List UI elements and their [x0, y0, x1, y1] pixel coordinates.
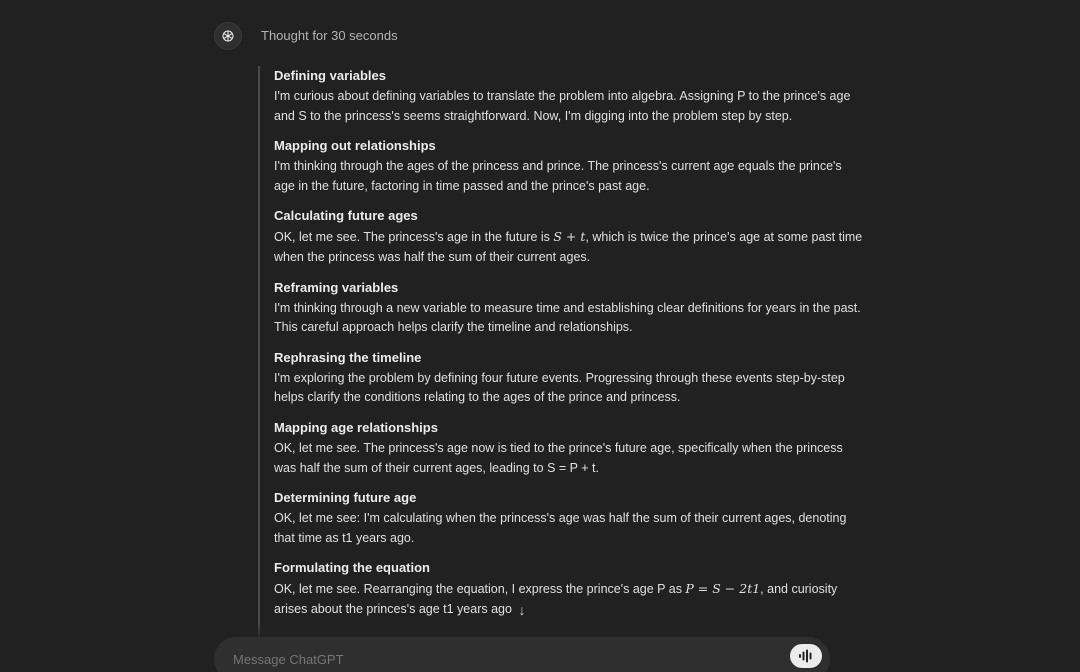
- math-expression: S + t: [553, 229, 586, 245]
- step-body: OK, let me see. Rearranging the equation…: [274, 579, 864, 619]
- thought-duration-label[interactable]: Thought for 30 seconds: [261, 26, 398, 46]
- scroll-to-bottom-button[interactable]: ↓: [512, 600, 532, 620]
- thought-header: Thought for 30 seconds: [214, 22, 398, 50]
- step-title: Mapping out relationships: [274, 138, 436, 154]
- step-body: OK, let me see. The princess's age in th…: [274, 227, 864, 267]
- reasoning-step: Formulating the equation OK, let me see.…: [274, 558, 864, 619]
- step-title: Defining variables: [274, 68, 386, 83]
- step-title: Formulating the equation: [274, 560, 430, 576]
- reasoning-step: Defining variables I'm curious about def…: [274, 66, 864, 126]
- math-expression: P = S − 2t1: [685, 581, 761, 597]
- message-input[interactable]: [231, 651, 755, 668]
- step-body: I'm thinking through the ages of the pri…: [274, 159, 842, 193]
- step-body: OK, let me see: I'm calculating when the…: [274, 511, 847, 545]
- chat-page: Thought for 30 seconds Defining variable…: [0, 0, 1080, 672]
- reasoning-step: Mapping out relationships I'm thinking t…: [274, 136, 864, 196]
- step-body-text: OK, let me see. The princess's age in th…: [274, 230, 554, 245]
- step-title: Calculating future ages: [274, 208, 418, 224]
- step-body: I'm curious about defining variables to …: [274, 89, 851, 123]
- step-body-text: OK, let me see. Rearranging the equation…: [274, 582, 686, 597]
- step-body: I'm exploring the problem by defining fo…: [274, 370, 845, 405]
- reasoning-step: Calculating future ages OK, let me see. …: [274, 206, 864, 267]
- reasoning-step: Mapping age relationships OK, let me see…: [274, 418, 864, 478]
- arrow-down-icon: ↓: [518, 602, 526, 618]
- step-body: I'm thinking through a new variable to m…: [274, 300, 861, 335]
- message-composer: [214, 637, 830, 672]
- reasoning-steps: Defining variables I'm curious about def…: [258, 66, 864, 638]
- step-title: Mapping age relationships: [274, 419, 438, 435]
- step-title: Rephrasing the timeline: [274, 349, 422, 365]
- step-title: Determining future age: [274, 490, 417, 506]
- reasoning-step: Determining future age OK, let me see: I…: [274, 488, 864, 548]
- reasoning-step: Reframing variables I'm thinking through…: [274, 278, 864, 338]
- voice-waveform-icon: [799, 649, 812, 663]
- openai-logo-icon: [214, 22, 242, 50]
- step-body: OK, let me see. The princess's age now i…: [274, 440, 843, 475]
- voice-mode-button[interactable]: [790, 644, 822, 668]
- reasoning-step: Rephrasing the timeline I'm exploring th…: [274, 348, 864, 408]
- step-title: Reframing variables: [274, 279, 399, 295]
